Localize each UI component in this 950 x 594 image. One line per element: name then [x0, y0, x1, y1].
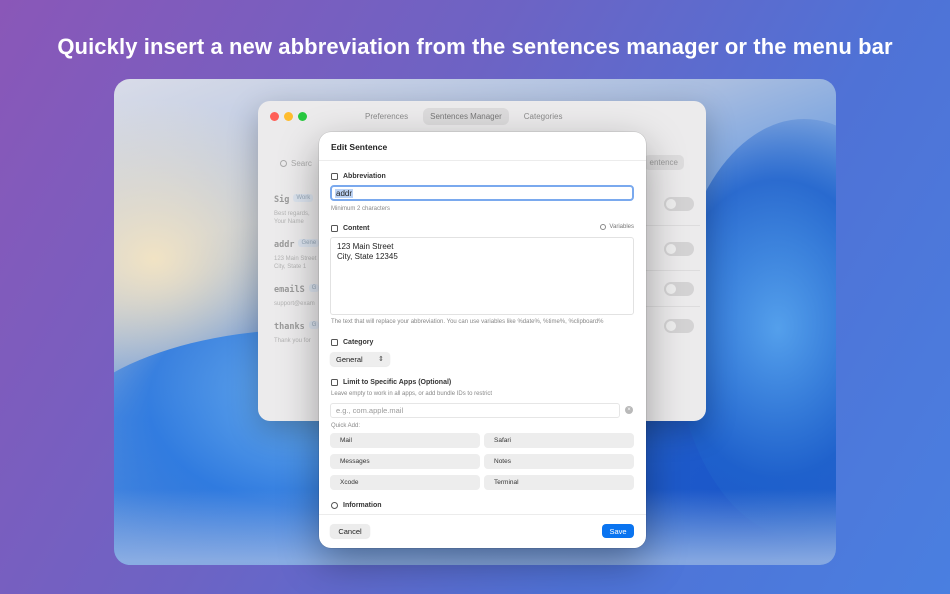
abbreviation-label: Abbreviation [331, 173, 386, 180]
category-select[interactable]: General ⇕ [330, 352, 390, 366]
window-tabs: Preferences Sentences Manager Categories [358, 108, 569, 125]
category-badge: G [308, 320, 320, 329]
enable-toggle[interactable] [664, 282, 694, 296]
tab-preferences[interactable]: Preferences [358, 108, 415, 125]
quick-add-messages-button[interactable]: Messages [330, 454, 480, 469]
row-abbreviation: addr [274, 240, 295, 250]
zoom-window-button[interactable] [298, 112, 307, 121]
close-window-button[interactable] [270, 112, 279, 121]
row-abbreviation: Sig [274, 195, 290, 205]
folder-icon [331, 339, 338, 346]
clear-icon[interactable]: × [625, 406, 633, 414]
app-limit-icon [331, 379, 338, 386]
cancel-button[interactable]: Cancel [330, 524, 370, 538]
new-sentence-button[interactable]: entence [643, 155, 684, 170]
quick-add-xcode-button[interactable]: Xcode [330, 475, 480, 490]
enable-toggle[interactable] [664, 319, 694, 333]
search-icon [280, 159, 287, 167]
divider [319, 160, 646, 161]
bundle-id-input[interactable]: e.g., com.apple.mail [330, 403, 620, 418]
row-abbreviation: emailS [274, 285, 305, 295]
info-icon [331, 502, 338, 509]
content-textarea[interactable]: 123 Main Street City, State 12345 [330, 237, 634, 315]
edit-icon [331, 173, 338, 180]
abbreviation-value: addr [335, 188, 354, 198]
divider [319, 514, 646, 515]
category-label: Category [331, 339, 373, 346]
tab-categories[interactable]: Categories [517, 108, 570, 125]
minimize-window-button[interactable] [284, 112, 293, 121]
variables-button[interactable]: Variables [600, 224, 634, 230]
abbreviation-hint: Minimum 2 characters [331, 206, 391, 212]
enable-toggle[interactable] [664, 197, 694, 211]
category-badge: G [308, 283, 320, 292]
category-badge: Work [293, 193, 314, 202]
apps-hint: Leave empty to work in all apps, or add … [331, 391, 493, 397]
apps-label: Limit to Specific Apps (Optional) [331, 379, 451, 386]
content-label: Content [331, 225, 369, 232]
quick-add-notes-button[interactable]: Notes [484, 454, 634, 469]
category-badge: Gene [298, 238, 320, 247]
edit-sentence-dialog: Edit Sentence Abbreviation addr Minimum … [319, 132, 646, 548]
content-hint: The text that will replace your abbrevia… [331, 319, 604, 325]
quick-add-mail-button[interactable]: Mail [330, 433, 480, 448]
document-icon [331, 225, 338, 232]
bundle-id-placeholder: e.g., com.apple.mail [336, 406, 404, 415]
dialog-title: Edit Sentence [331, 142, 388, 152]
info-icon [600, 224, 607, 230]
enable-toggle[interactable] [664, 242, 694, 256]
abbreviation-input[interactable]: addr [330, 185, 634, 201]
save-button[interactable]: Save [602, 524, 634, 538]
content-line: 123 Main Street [337, 242, 394, 251]
content-line: City, State 12345 [337, 252, 398, 261]
quick-add-safari-button[interactable]: Safari [484, 433, 634, 448]
category-selected: General [336, 354, 363, 364]
row-abbreviation: thanks [274, 322, 305, 332]
search-placeholder: Searc [291, 158, 312, 168]
quick-add-terminal-button[interactable]: Terminal [484, 475, 634, 490]
tab-sentences-manager[interactable]: Sentences Manager [423, 108, 509, 125]
quick-add-label: Quick Add: [331, 423, 361, 429]
headline: Quickly insert a new abbreviation from t… [57, 34, 893, 59]
information-label: Information [331, 502, 382, 509]
chevron-updown-icon: ⇕ [378, 356, 384, 363]
